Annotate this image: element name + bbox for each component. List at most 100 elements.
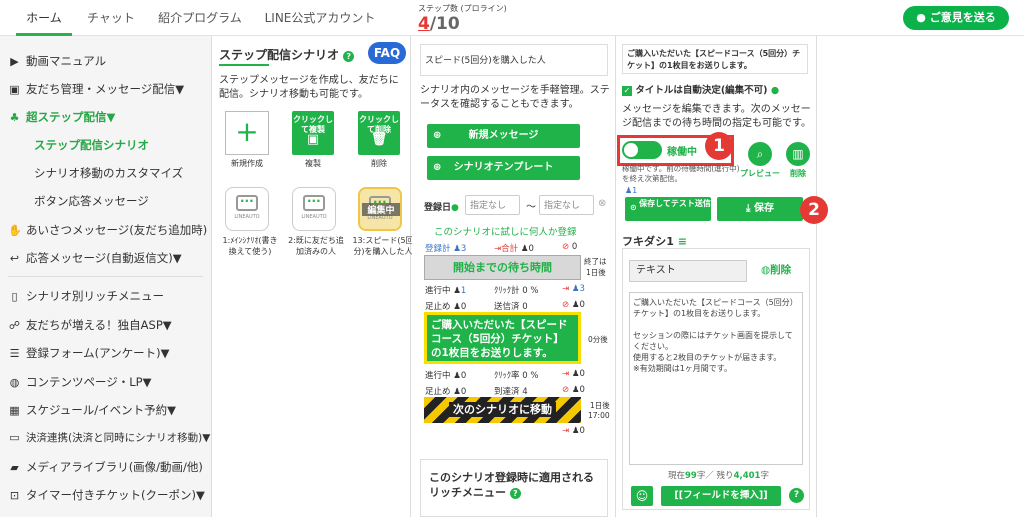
- click-total-n: 0 %: [522, 286, 539, 296]
- scenario-card-2[interactable]: LINEAUTO: [292, 187, 336, 231]
- download-icon: ⤓: [746, 203, 754, 214]
- save-test-label: 保存してテスト送信: [639, 199, 711, 208]
- next-time-clock: 17:00: [588, 411, 610, 420]
- editing-badge: 編集中: [362, 203, 400, 216]
- help-icon[interactable]: ?: [789, 488, 804, 503]
- help-icon[interactable]: ?: [509, 488, 521, 499]
- sidebar-item-ticket[interactable]: ⊡ タイマー付きチケット(クーポン)▼: [8, 487, 205, 503]
- sidebar-item-label: シナリオ別リッチメニュー: [26, 289, 164, 303]
- sidebar-sub-scenario-move[interactable]: シナリオ移動のカスタマイズ: [34, 165, 183, 181]
- message-type-select[interactable]: テキスト: [629, 260, 747, 282]
- reached-label: 到達済: [494, 387, 520, 397]
- sidebar-item-friends[interactable]: ▣ 友だち管理・メッセージ配信▼: [8, 81, 184, 97]
- duplicate-button[interactable]: クリックして複製 ▣: [292, 111, 334, 155]
- stopped-count-3: ⊘ ♟0: [562, 385, 585, 395]
- save-label: 保存: [753, 203, 774, 214]
- sidebar-item-video-manual[interactable]: ▶ 動画マニュアル: [8, 53, 106, 69]
- help-icon[interactable]: ●: [771, 85, 779, 96]
- clear-icon[interactable]: ⊗: [598, 198, 606, 209]
- panel-title-text: ステップ配信シナリオ: [219, 48, 340, 62]
- plus-circle-icon: ⊕: [433, 130, 442, 141]
- sidebar-item-label: メディアライブラリ(画像/動画/他): [26, 460, 203, 474]
- contacts-icon: ▣: [9, 83, 20, 96]
- stopped-n: 0: [579, 300, 585, 310]
- scenario-card-1[interactable]: LINEAUTO: [225, 187, 269, 231]
- date-from-input[interactable]: 指定なし: [465, 195, 520, 215]
- emoji-button[interactable]: ☺: [631, 486, 653, 506]
- scenario-template-button[interactable]: ⊕ シナリオテンプレート: [427, 156, 580, 180]
- char-counter: 現在99字／ 残り4,401字: [668, 469, 769, 481]
- message-header: ご購入いただいた【スピードコース（5回分）チケット】の1枚目をお送りします。: [622, 44, 808, 74]
- trash-icon: ◍: [761, 264, 771, 276]
- sidebar-item-label: 登録フォーム(アンケート)▼: [26, 346, 170, 360]
- sidebar-sub-button-reply[interactable]: ボタン応答メッセージ: [34, 193, 149, 209]
- bubble-label: フキダシ1 ≡: [622, 233, 687, 249]
- try-register-link[interactable]: このシナリオに試しに何人か登録: [434, 224, 577, 238]
- sidebar-sub-step-scenario[interactable]: ステップ配信シナリオ: [34, 137, 149, 153]
- drag-handle-icon[interactable]: ≡: [678, 235, 687, 248]
- user-icon: ♟: [453, 244, 461, 254]
- sidebar-item-reply[interactable]: ↩ 応答メッセージ(自動返信文)▼: [8, 250, 182, 266]
- new-message-button[interactable]: ⊕ 新規メッセージ: [427, 124, 580, 148]
- sidebar-divider: [8, 276, 203, 277]
- tab-referral[interactable]: 紹介プログラム: [150, 0, 250, 36]
- sidebar-item-super-step[interactable]: ♣ 超ステップ配信▼: [8, 109, 116, 125]
- scenario-detail-panel: スピード(5回分)を購入した人 シナリオ内のメッセージを手軽管理。ステータスを確…: [412, 36, 616, 517]
- video-icon: ▶: [10, 55, 19, 68]
- message-textarea[interactable]: ご購入いただいた【スピードコース（5回分）チケット】の1枚目をお送りします。 セ…: [629, 292, 803, 465]
- next-scenario-box[interactable]: 次のシナリオに移動: [424, 397, 581, 423]
- help-icon[interactable]: ●: [451, 203, 459, 213]
- annotation-badge-1: 1: [705, 132, 733, 160]
- new-create-button[interactable]: +: [225, 111, 269, 155]
- scenario-list-panel: ステップ配信シナリオ ? FAQ ステップメッセージを作成し、友だちに配信。シナ…: [213, 36, 414, 517]
- sidebar-item-content[interactable]: ◍ コンテンツページ・LP▼: [8, 374, 152, 390]
- feedback-button[interactable]: ● ご意見を送る: [903, 6, 1009, 30]
- exited-count-2: ⇥ ♟0: [562, 369, 585, 379]
- delete-message-button[interactable]: ▥: [786, 142, 810, 166]
- delete-button[interactable]: クリックして削除 🗑: [358, 111, 400, 155]
- in-progress-label: 進行中: [425, 371, 451, 381]
- char-left: 4,401: [733, 471, 761, 481]
- sidebar-item-asp[interactable]: ☍ 友だちが増える！独自ASP▼: [8, 317, 172, 333]
- save-button[interactable]: ⤓ 保存: [717, 197, 803, 221]
- edit-description: メッセージを編集できます。次のメッセージ配信までの待ち時間の指定も可能です。: [622, 104, 811, 129]
- sidebar-item-media[interactable]: ▰ メディアライブラリ(画像/動画/他): [8, 459, 203, 475]
- panel-title: ステップ配信シナリオ ?: [219, 46, 355, 63]
- in-progress-count: 進行中 ♟1: [425, 286, 467, 296]
- save-test-button[interactable]: ⊙ 保存してテスト送信: [625, 197, 711, 221]
- date-to-input[interactable]: 指定なし: [539, 195, 594, 215]
- sidebar-item-form[interactable]: ☰ 登録フォーム(アンケート)▼: [8, 345, 170, 361]
- delete-label: 削除: [371, 159, 387, 168]
- exited-n: 0: [579, 369, 585, 379]
- sidebar-item-payment[interactable]: ▭ 決済連携(決済と同時にシナリオ移動)▼: [8, 430, 210, 445]
- exited-count-3: ⇥ ♟0: [562, 426, 585, 436]
- globe-icon: ◍: [9, 376, 20, 389]
- delete-bubble-button[interactable]: ◍削除: [761, 262, 791, 277]
- wait-time-box[interactable]: 開始までの待ち時間: [424, 255, 581, 280]
- message-box-selected[interactable]: ご購入いただいた【スピードコース（5回分）チケット】の1枚目をお送りします。: [424, 312, 581, 364]
- registration-date-label: 登録日●: [424, 200, 459, 213]
- registered-count[interactable]: 登録計 ♟3: [425, 242, 466, 254]
- in-progress-n: 0: [460, 371, 467, 381]
- click-rate-n: 0 %: [522, 371, 539, 381]
- chat-bubble-icon: [303, 191, 325, 211]
- in-progress-count-2: 進行中 ♟0: [425, 371, 467, 381]
- sidebar-item-label: タイマー付きチケット(クーポン)▼: [26, 488, 205, 502]
- preview-button[interactable]: ⌕: [748, 142, 772, 166]
- checkbox-icon[interactable]: ✓: [622, 86, 632, 96]
- total-n: 0: [528, 244, 534, 254]
- sidebar-item-rich-menu[interactable]: ▯ シナリオ別リッチメニュー: [8, 288, 164, 304]
- stuck-n: 0: [460, 302, 467, 312]
- faq-button[interactable]: FAQ: [368, 42, 406, 64]
- registered-label: 登録計: [425, 244, 451, 254]
- sidebar-item-greeting[interactable]: ✋ あいさつメッセージ(友だち追加時): [8, 222, 207, 238]
- tab-home[interactable]: ホーム: [16, 0, 72, 36]
- tab-chat[interactable]: チャット: [80, 0, 142, 36]
- sidebar-item-schedule[interactable]: ▦ スケジュール/イベント予約▼: [8, 402, 176, 418]
- active-toggle[interactable]: [622, 141, 662, 159]
- help-icon[interactable]: ?: [343, 51, 355, 62]
- scenario-card-13[interactable]: LINEAUTO編集中: [358, 187, 402, 231]
- end-label: 終了は: [584, 257, 607, 266]
- insert-field-button[interactable]: [[フィールドを挿入]]: [661, 486, 781, 506]
- tab-line-official[interactable]: LINE公式アカウント: [256, 0, 384, 36]
